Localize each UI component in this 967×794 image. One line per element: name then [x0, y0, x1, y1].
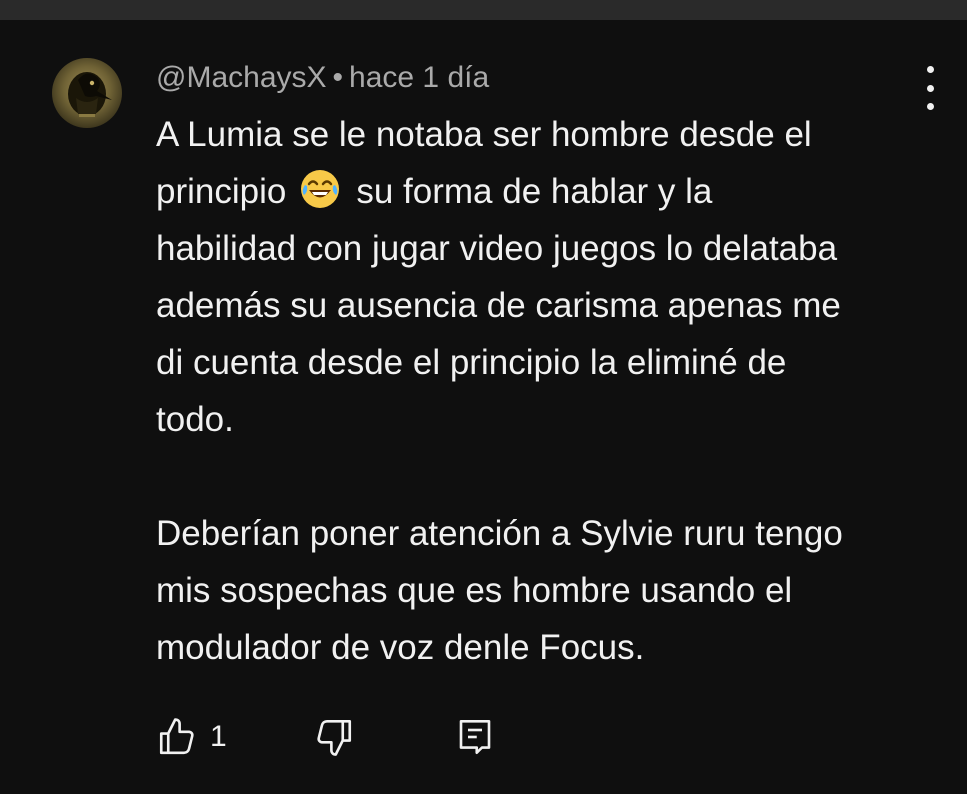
like-button[interactable]: 1: [156, 712, 227, 762]
comment-line-part: principio: [156, 172, 287, 211]
laughing-emoji-icon: 😂: [301, 170, 340, 208]
menu-dot: [926, 66, 934, 73]
comment-line: habilidad con jugar video juegos lo dela…: [156, 229, 838, 268]
comment-line: todo.: [156, 400, 234, 439]
thumbs-up-icon: [159, 718, 194, 755]
avatar[interactable]: [52, 58, 122, 128]
comment-line: di cuenta desde el principio la eliminé …: [156, 343, 787, 382]
comment-line: principio 😂 su forma de hablar y la: [156, 163, 946, 220]
reply-comment-icon: [459, 719, 491, 755]
like-count: 1: [210, 720, 227, 753]
meta-separator: •: [332, 61, 344, 94]
more-vert-icon[interactable]: [915, 66, 945, 110]
avatar-image: [68, 72, 112, 117]
comment-line: además su ausencia de carisma apenas me: [156, 286, 841, 325]
thumbs-down-icon: [317, 719, 352, 756]
comment-line: Deberían poner atención a Sylvie ruru te…: [156, 514, 843, 553]
comment-line: A Lumia se le notaba ser hombre desde el: [156, 115, 812, 154]
author-name[interactable]: @MachaysX: [156, 61, 327, 94]
comment-text: A Lumia se le notaba ser hombre desde el…: [156, 106, 946, 676]
comment-actions: 1: [156, 712, 556, 762]
reply-button[interactable]: [454, 712, 496, 762]
comment-meta: @MachaysX • hace 1 día: [156, 58, 489, 98]
comment-line-part: su forma de hablar y la: [356, 172, 713, 211]
dislike-button[interactable]: [313, 712, 355, 762]
comment-time: hace 1 día: [349, 61, 490, 94]
comment-line: modulador de voz denle Focus.: [156, 628, 645, 667]
comment-line: mis sospechas que es hombre usando el: [156, 571, 793, 610]
menu-dot: [926, 84, 934, 92]
top-bar: [0, 0, 967, 20]
